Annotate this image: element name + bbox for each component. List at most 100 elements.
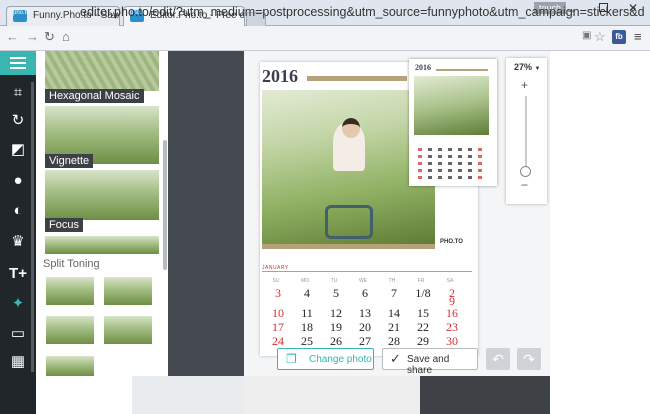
panel-scrollbar[interactable] [163,140,167,270]
effect-thumbnail[interactable] [45,236,159,254]
mini-day [428,176,432,179]
calendar-day: 22 [417,320,429,334]
bookmark-star-icon[interactable]: ☆ [594,29,606,45]
effect-label-vignette[interactable]: Vignette [45,154,94,168]
page-actions-icon[interactable]: ▣ [582,30,591,41]
browser-toolbar [0,26,650,51]
mini-day [418,169,422,172]
calendar-day: 29 [417,334,429,348]
photos-icon: ❐ [286,352,297,366]
save-share-button[interactable]: ✓ Save and share [382,348,478,376]
address-bar[interactable]: editor.pho.to/edit/?utm_medium=postproce… [80,5,645,19]
mini-day [438,176,442,179]
calendar-day: 10 [272,306,284,320]
mini-day [418,148,422,151]
mini-day [458,162,462,165]
undo-icon: ↶ [492,351,504,367]
calendar-day: 28 [388,334,400,348]
mini-day [478,155,482,158]
split-toning-thumb[interactable] [104,316,152,344]
hamburger-icon [10,57,26,59]
weekday-label: WE [358,278,368,284]
split-toning-thumb[interactable] [46,277,94,305]
change-photo-button[interactable]: ❐ Change photo [277,348,374,370]
calendar-day: 25 [301,334,313,348]
mini-day [468,148,472,151]
weekday-label: SA [446,278,454,284]
hamburger-line [10,67,26,69]
mini-year: 2016 [415,63,431,72]
mini-day [458,169,462,172]
facebook-extension-icon[interactable]: fb [612,30,626,44]
calendar-day: 17 [272,320,284,334]
mini-day [418,176,422,179]
mini-day [448,155,452,158]
mini-day [438,162,442,165]
checkmark-icon: ✓ [390,351,401,366]
photo-favicon-icon: pho.to [13,10,30,22]
mini-day [458,155,462,158]
right-area [550,51,650,414]
calendar-day: 16 [446,306,458,320]
calendar-day: 4 [304,286,310,300]
back-icon[interactable]: ← [6,29,19,44]
weekday-label: MO [300,278,310,284]
forward-icon[interactable]: → [26,29,39,44]
zoom-in-button[interactable]: + [521,78,528,92]
mini-day [448,148,452,151]
zoom-slider-handle[interactable] [520,166,531,177]
calendar-day: 13 [359,306,371,320]
canvas-margin [132,376,244,414]
mini-day [458,148,462,151]
calendar-weekdays: SU MO TU WE TH FR SA [262,278,472,284]
calendar-day: 14 [388,306,400,320]
photo-bottom-bar [262,244,435,249]
hamburger-line [10,62,26,64]
sidebar-scrollbar[interactable] [31,82,34,372]
calendar-day: 15 [417,306,429,320]
calendar-day: 3 [275,286,281,300]
effect-thumbnail[interactable] [45,170,159,220]
calendar-day: 5 [333,286,339,300]
browser-menu-icon[interactable]: ≡ [634,29,642,44]
section-title-split-toning: Split Toning [43,258,100,270]
mini-year-bar [436,69,488,71]
effect-label-focus[interactable]: Focus [45,218,83,232]
calendar-day: 12 [330,306,342,320]
effect-thumbnail[interactable] [45,51,159,91]
zoom-dropdown[interactable]: 27% ▼ [514,62,540,72]
calendar-days: 3 4 5 6 7 1/8 2 9 10 11 12 13 14 15 16 17 18 19 20 21 22 23 24… [264,286,474,356]
mini-day [478,176,482,179]
mini-day [468,162,472,165]
split-toning-thumb[interactable] [46,316,94,344]
split-toning-thumb[interactable] [104,277,152,305]
undo-button[interactable]: ↶ [486,348,510,370]
panel-gutter [168,51,244,376]
split-toning-thumb[interactable] [46,356,94,376]
mini-day [418,155,422,158]
change-photo-label: Change photo [309,354,372,365]
mini-day [438,155,442,158]
mini-days [416,148,490,182]
zoom-slider-track[interactable] [525,96,527,174]
calendar-day: 26 [330,334,342,348]
calendar-day: 11 [301,306,313,320]
calendar-day: 30 [446,334,458,348]
menu-button[interactable] [0,51,36,75]
calendar-year-bar [307,76,407,81]
save-share-label: Save and share [407,354,450,376]
home-icon[interactable]: ⌂ [62,29,70,44]
mini-day [428,148,432,151]
effect-label-hexagonal-mosaic[interactable]: Hexagonal Mosaic [45,89,144,103]
mini-day [428,169,432,172]
zoom-out-button[interactable]: − [521,178,528,192]
mini-day [478,148,482,151]
reload-icon[interactable]: ↻ [44,29,55,45]
mini-day [448,162,452,165]
mini-day [468,176,472,179]
weekday-label: TH [388,278,396,284]
calendar-day: 1/8 [415,286,431,300]
zoom-value: 27% [514,62,533,72]
mini-day [458,176,462,179]
redo-button[interactable]: ↷ [517,348,541,370]
